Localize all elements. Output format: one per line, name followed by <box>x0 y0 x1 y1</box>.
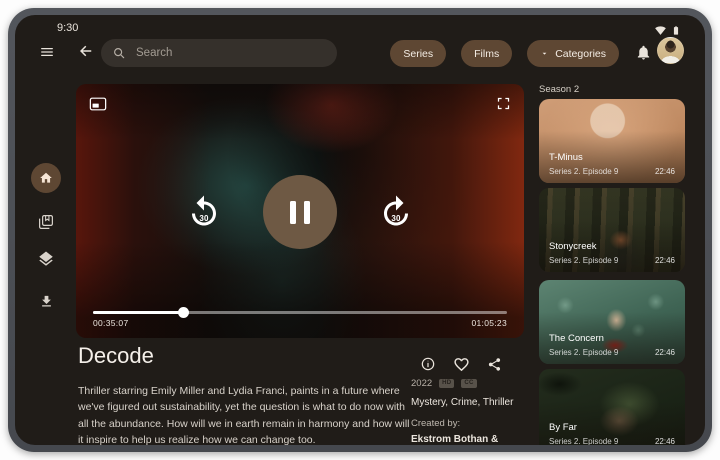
show-metadata: 2022 HD CC Mystery, Crime, Thriller Crea… <box>411 378 551 445</box>
heart-icon <box>453 356 470 373</box>
sidebar-item-downloads[interactable] <box>31 286 61 316</box>
films-button-label: Films <box>474 48 499 60</box>
menu-button[interactable] <box>37 42 57 62</box>
page-title: Decode <box>78 343 154 369</box>
cc-badge: CC <box>461 379 476 388</box>
episode-subtitle: Series 2. Episode 9 <box>549 348 618 357</box>
episode-subtitle: Series 2. Episode 9 <box>549 167 618 176</box>
pause-icon <box>290 201 296 224</box>
season-header: Season 2 <box>539 84 579 95</box>
download-icon <box>39 294 54 309</box>
forward-30-icon <box>378 194 414 230</box>
total-time: 01:05:23 <box>472 318 508 328</box>
episode-card-the-concern[interactable]: The Concern Series 2. Episode 9 22:46 <box>539 280 685 364</box>
categories-dropdown[interactable]: Categories <box>527 40 619 67</box>
layers-icon <box>37 250 55 268</box>
playback-controls: 30 30 <box>76 175 524 249</box>
chevron-down-icon <box>540 49 549 58</box>
elapsed-time: 00:35:07 <box>93 318 129 328</box>
pip-icon <box>89 96 107 112</box>
series-button[interactable]: Series <box>390 40 446 67</box>
bell-icon <box>635 44 652 61</box>
episode-duration: 22:46 <box>655 348 675 357</box>
hd-badge: HD <box>439 379 454 388</box>
sidebar-item-collections[interactable] <box>31 244 61 274</box>
search-bar[interactable] <box>101 39 337 67</box>
home-icon <box>39 171 53 185</box>
show-description: Thriller starring Emily Miller and Lydia… <box>78 383 412 445</box>
fullscreen-button[interactable] <box>496 96 511 111</box>
episode-duration: 22:46 <box>655 256 675 265</box>
categories-label: Categories <box>555 48 606 60</box>
info-button[interactable] <box>419 355 437 373</box>
battery-icon <box>671 24 681 37</box>
back-button[interactable] <box>76 41 96 61</box>
forward-30-label: 30 <box>378 214 414 223</box>
notifications-button[interactable] <box>633 42 653 62</box>
episode-subtitle: Series 2. Episode 9 <box>549 256 618 265</box>
release-year: 2022 <box>411 378 432 389</box>
picture-in-picture-button[interactable] <box>89 96 107 112</box>
search-icon <box>112 46 126 60</box>
replay-30-icon <box>186 194 222 230</box>
rewind-30-button[interactable]: 30 <box>186 194 222 230</box>
tablet-frame: 9:30 Series <box>8 8 712 452</box>
genres: Mystery, Crime, Thriller <box>411 397 551 408</box>
seek-bar[interactable] <box>93 306 507 318</box>
back-arrow-icon <box>77 42 95 60</box>
pause-button[interactable] <box>263 175 337 249</box>
seek-knob[interactable] <box>178 307 189 318</box>
status-time: 9:30 <box>57 22 78 34</box>
episode-duration: 22:46 <box>655 167 675 176</box>
episode-subtitle: Series 2. Episode 9 <box>549 437 618 445</box>
fullscreen-icon <box>496 96 511 111</box>
video-player[interactable]: 30 30 00:35:07 <box>76 84 524 338</box>
hamburger-icon <box>38 43 56 61</box>
bookmarks-icon <box>37 213 55 231</box>
episode-duration: 22:46 <box>655 437 675 445</box>
wifi-icon <box>655 25 666 36</box>
created-by-label: Created by: <box>411 418 551 429</box>
episode-card-t-minus[interactable]: T-Minus Series 2. Episode 9 22:46 <box>539 99 685 183</box>
seek-fill <box>93 311 184 314</box>
share-icon <box>487 357 502 372</box>
sidebar-item-library[interactable] <box>31 207 61 237</box>
app-screen: 9:30 Series <box>15 15 705 445</box>
favorite-button[interactable] <box>452 355 470 373</box>
filter-chips: Series Films Categories <box>390 40 619 67</box>
sidebar-item-home[interactable] <box>31 163 61 193</box>
creator-name-1: Ekstrom Bothan & <box>411 433 551 445</box>
episode-title: The Concern <box>549 333 604 344</box>
status-icons <box>655 24 681 37</box>
action-buttons <box>419 355 503 373</box>
episode-title: T-Minus <box>549 152 583 163</box>
info-icon <box>420 356 436 372</box>
avatar[interactable] <box>657 37 684 64</box>
episode-title: By Far <box>549 422 577 433</box>
rewind-30-label: 30 <box>186 214 222 223</box>
episode-title: Stonycreek <box>549 241 597 252</box>
share-button[interactable] <box>485 355 503 373</box>
series-button-label: Series <box>403 48 433 60</box>
episode-card-by-far[interactable]: By Far Series 2. Episode 9 22:46 <box>539 369 685 445</box>
search-input[interactable] <box>134 46 326 60</box>
seek-track <box>93 311 507 314</box>
films-button[interactable]: Films <box>461 40 512 67</box>
episode-card-stonycreek[interactable]: Stonycreek Series 2. Episode 9 22:46 <box>539 188 685 272</box>
forward-30-button[interactable]: 30 <box>378 194 414 230</box>
